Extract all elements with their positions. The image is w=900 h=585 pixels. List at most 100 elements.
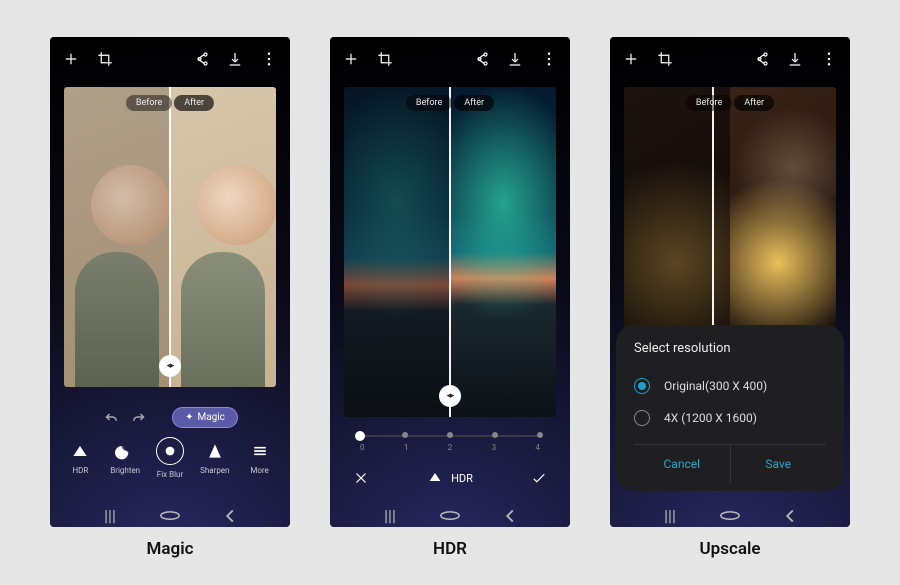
image-after — [730, 87, 836, 357]
confirm-icon[interactable] — [530, 469, 548, 487]
nav-home-icon[interactable] — [719, 511, 741, 521]
share-icon[interactable] — [752, 50, 770, 68]
slider-value: 0 — [360, 443, 365, 452]
undo-icon[interactable] — [102, 408, 120, 426]
hdr-label: HDR — [451, 472, 473, 485]
image-after — [450, 87, 556, 417]
crop-icon[interactable] — [96, 50, 114, 68]
tool-more[interactable]: More — [237, 441, 282, 475]
nav-back-icon[interactable] — [219, 511, 241, 521]
before-after-pill: Before After — [686, 95, 774, 111]
crop-icon[interactable] — [656, 50, 674, 68]
compare-handle-icon[interactable]: ◂▸ — [159, 355, 181, 377]
system-nav: ||| — [50, 511, 290, 521]
slider-tick[interactable] — [355, 431, 365, 441]
phone-magic: Before After ◂▸ ✦ Magic HDR — [50, 37, 290, 527]
nav-home-icon[interactable] — [159, 511, 181, 521]
save-button[interactable]: Save — [731, 445, 827, 483]
compare-divider[interactable] — [712, 87, 714, 357]
slider-value: 3 — [492, 443, 497, 452]
caption-hdr: HDR — [433, 539, 467, 559]
top-toolbar — [610, 37, 850, 81]
hdr-confirm-row: HDR — [330, 469, 570, 488]
nav-recent-icon[interactable]: ||| — [99, 511, 121, 521]
caption-magic: Magic — [147, 539, 194, 559]
resolution-option-4x[interactable]: 4X (1200 X 1600) — [634, 402, 826, 434]
before-label: Before — [686, 95, 732, 111]
tool-hdr[interactable]: HDR — [58, 441, 103, 475]
image-compare[interactable]: Before After ◂▸ — [344, 87, 556, 417]
nav-recent-icon[interactable]: ||| — [379, 511, 401, 521]
tool-label: More — [250, 466, 268, 475]
compare-divider[interactable] — [169, 87, 171, 387]
undo-redo-row: ✦ Magic — [50, 407, 290, 428]
moon-icon — [115, 441, 135, 461]
more-vert-icon[interactable] — [260, 50, 278, 68]
slider-value: 1 — [404, 443, 409, 452]
tool-fixblur[interactable]: Fix Blur — [148, 437, 193, 479]
sparkle-icon: ✦ — [185, 412, 193, 423]
sheet-title: Select resolution — [634, 341, 826, 356]
edit-tools: HDR Brighten Fix Blur Sharpen More — [50, 437, 290, 479]
crop-icon[interactable] — [376, 50, 394, 68]
tool-label: Brighten — [110, 466, 140, 475]
sharpen-triangle-icon — [205, 441, 225, 461]
tool-label: Sharpen — [200, 466, 229, 475]
cancel-icon[interactable] — [352, 469, 370, 487]
top-toolbar — [50, 37, 290, 81]
resolution-option-original[interactable]: Original(300 X 400) — [634, 370, 826, 402]
after-label: After — [174, 95, 214, 111]
download-icon[interactable] — [226, 50, 244, 68]
hdr-mode-label: HDR — [427, 469, 473, 488]
slider-value: 4 — [536, 443, 541, 452]
compare-handle-icon[interactable]: ◂▸ — [439, 385, 461, 407]
before-after-pill: Before After — [126, 95, 214, 111]
slider-tick[interactable] — [402, 432, 408, 438]
dot-icon — [156, 437, 184, 465]
add-icon[interactable] — [62, 50, 80, 68]
tool-sharpen[interactable]: Sharpen — [192, 441, 237, 475]
before-label: Before — [126, 95, 172, 111]
sheet-actions: Cancel Save — [634, 444, 826, 483]
slider-tick[interactable] — [492, 432, 498, 438]
slider-tick[interactable] — [537, 432, 543, 438]
more-vert-icon[interactable] — [540, 50, 558, 68]
cancel-button[interactable]: Cancel — [634, 445, 731, 483]
resolution-sheet: Select resolution Original(300 X 400) 4X… — [616, 325, 844, 491]
nav-home-icon[interactable] — [439, 511, 461, 521]
magic-button[interactable]: ✦ Magic — [172, 407, 238, 428]
system-nav: ||| — [330, 511, 570, 521]
phone-upscale: Before After Select resolution Original(… — [610, 37, 850, 527]
more-vert-icon[interactable] — [820, 50, 838, 68]
share-icon[interactable] — [192, 50, 210, 68]
compare-divider[interactable] — [449, 87, 451, 417]
share-icon[interactable] — [472, 50, 490, 68]
slider-labels: 0 1 2 3 4 — [360, 443, 540, 452]
nav-back-icon[interactable] — [499, 511, 521, 521]
download-icon[interactable] — [786, 50, 804, 68]
hdr-slider[interactable]: 0 1 2 3 4 — [360, 435, 540, 452]
magic-label: Magic — [197, 412, 224, 423]
tool-label: HDR — [72, 466, 88, 475]
before-label: Before — [406, 95, 452, 111]
nav-back-icon[interactable] — [779, 511, 801, 521]
download-icon[interactable] — [506, 50, 524, 68]
hdr-triangle-icon — [70, 441, 90, 461]
redo-icon[interactable] — [130, 408, 148, 426]
add-icon[interactable] — [622, 50, 640, 68]
image-before — [344, 87, 450, 417]
system-nav: ||| — [610, 511, 850, 521]
image-compare[interactable]: Before After ◂▸ — [64, 87, 276, 387]
tool-brighten[interactable]: Brighten — [103, 441, 148, 475]
image-after — [170, 87, 276, 387]
nav-recent-icon[interactable]: ||| — [659, 511, 681, 521]
add-icon[interactable] — [342, 50, 360, 68]
hdr-triangle-icon — [427, 469, 443, 488]
image-compare[interactable]: Before After — [624, 87, 836, 357]
before-after-pill: Before After — [406, 95, 494, 111]
tool-label: Fix Blur — [157, 470, 183, 479]
image-before — [624, 87, 730, 357]
option-label: Original(300 X 400) — [664, 379, 767, 393]
slider-value: 2 — [448, 443, 453, 452]
slider-tick[interactable] — [447, 432, 453, 438]
